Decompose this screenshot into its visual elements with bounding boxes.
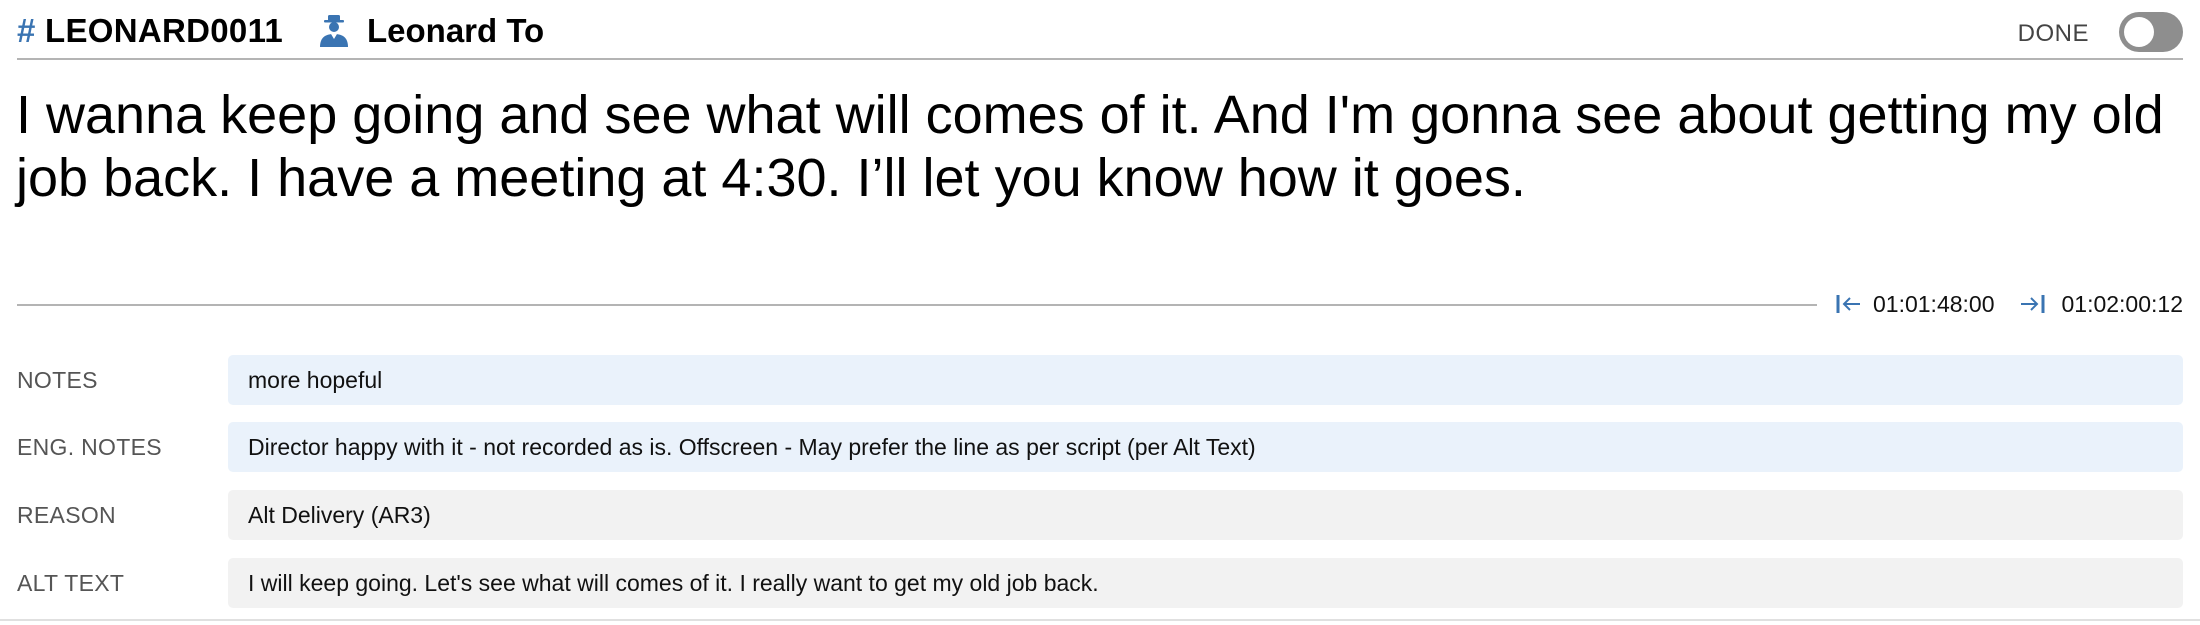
timecode-out: 01:02:00:12 [2061, 291, 2183, 317]
timecode-in-icon[interactable] [1835, 292, 1863, 316]
done-label: DONE [2017, 20, 2089, 47]
reason-label: REASON [17, 502, 116, 528]
timecode-divider [17, 304, 1817, 306]
character-id: LEONARD0011 [45, 12, 284, 49]
eng-notes-field[interactable]: Director happy with it - not recorded as… [228, 422, 2183, 472]
alt-text-field: I will keep going. Let's see what will c… [228, 558, 2183, 608]
dialogue-text: I wanna keep going and see what will com… [16, 85, 2164, 208]
line-header: # LEONARD0011 Leonard To DONE [17, 0, 2183, 60]
toggle-knob [2124, 17, 2154, 47]
timecode-in: 01:01:48:00 [1873, 291, 1995, 317]
notes-field[interactable]: more hopeful [228, 355, 2183, 405]
character-name: Leonard To [367, 12, 545, 49]
notes-label: NOTES [17, 367, 98, 393]
eng-notes-label: ENG. NOTES [17, 434, 162, 460]
timecode-out-icon[interactable] [2018, 292, 2046, 316]
hash-icon: # [17, 12, 36, 49]
done-toggle[interactable] [2119, 12, 2183, 52]
reason-field: Alt Delivery (AR3) [228, 490, 2183, 540]
person-icon [320, 15, 348, 47]
alt-text-label: ALT TEXT [17, 570, 125, 596]
bottom-divider [0, 619, 2200, 621]
